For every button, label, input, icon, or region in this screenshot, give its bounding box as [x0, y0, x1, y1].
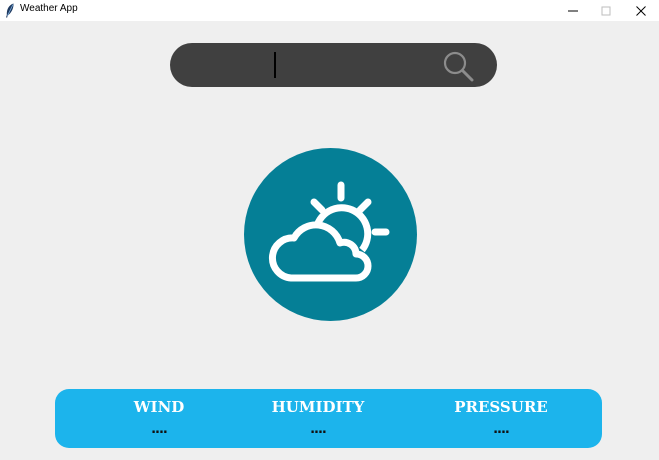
humidity-value: ....: [310, 422, 327, 437]
title-bar: Weather App: [0, 0, 659, 21]
main-area: WIND .... HUMIDITY .... PRESSURE ....: [0, 21, 659, 460]
maximize-button[interactable]: [589, 0, 623, 21]
minimize-icon: [568, 10, 578, 11]
pressure-value: ....: [493, 422, 510, 437]
feather-icon: [6, 3, 14, 18]
wind-value: ....: [151, 422, 168, 437]
weather-details-panel: WIND .... HUMIDITY .... PRESSURE ....: [55, 389, 602, 448]
search-icon[interactable]: [442, 50, 474, 82]
text-caret: [274, 52, 276, 78]
wind-label: WIND: [133, 398, 185, 416]
minimize-button[interactable]: [556, 0, 590, 21]
pressure-label: PRESSURE: [454, 398, 548, 416]
humidity-label: HUMIDITY: [271, 398, 365, 416]
maximize-icon: [601, 6, 611, 15]
search-bar: [170, 43, 497, 87]
close-icon: [636, 5, 646, 16]
city-search-input[interactable]: [186, 43, 436, 87]
partly-cloudy-icon: [244, 148, 417, 321]
close-button[interactable]: [624, 0, 658, 21]
weather-app-window: Weather App WIND .... HUMIDITY .... PRES…: [0, 0, 659, 460]
window-title: Weather App: [20, 3, 78, 14]
